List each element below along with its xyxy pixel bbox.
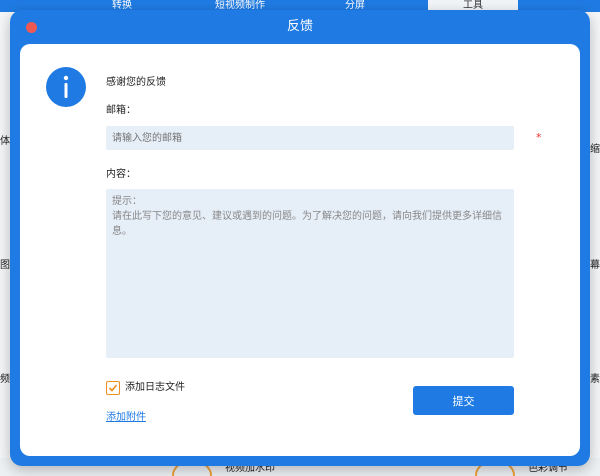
background-label: 素 xyxy=(590,374,600,385)
feedback-panel: 感谢您的反馈 邮箱： * 内容： 提示： 请在此写下您的意见、建议或遇到的问题。… xyxy=(20,44,580,456)
close-button[interactable] xyxy=(26,22,37,33)
content-label: 内容： xyxy=(106,169,136,180)
email-label: 邮箱： xyxy=(106,105,136,116)
background-label: 体 xyxy=(0,136,10,147)
info-icon xyxy=(46,67,86,107)
log-file-label[interactable]: 添加日志文件 xyxy=(125,381,185,395)
dialog-titlebar: 反馈 xyxy=(10,10,590,44)
thanks-text: 感谢您的反馈 xyxy=(106,77,166,88)
content-hint-body: 请在此写下您的意见、建议或遇到的问题。为了解决您的问题，请向我们提供更多详细信息… xyxy=(112,211,502,237)
background-label: 频 xyxy=(0,374,10,385)
dialog-title: 反馈 xyxy=(286,19,313,34)
feedback-dialog: 反馈 感谢您的反馈 邮箱： * 内容： 提示： 请在此写下您的意见、建议或遇到的… xyxy=(10,10,590,466)
email-input[interactable] xyxy=(106,126,514,150)
content-textarea[interactable]: 提示： 请在此写下您的意见、建议或遇到的问题。为了解决您的问题，请向我们提供更多… xyxy=(106,189,514,358)
checkmark-icon xyxy=(108,384,118,392)
submit-button[interactable]: 提交 xyxy=(413,386,514,415)
log-file-checkbox[interactable] xyxy=(106,381,120,395)
add-attachment-link[interactable]: 添加附件 xyxy=(106,408,146,423)
content-hint-title: 提示： xyxy=(112,196,142,207)
background-label: 缩 xyxy=(590,144,600,155)
required-mark: * xyxy=(536,131,542,144)
